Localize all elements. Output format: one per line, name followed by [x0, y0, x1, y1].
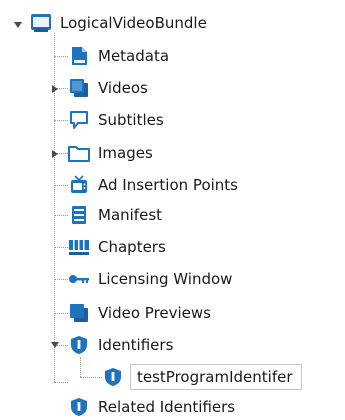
- tree-node-chapters[interactable]: Chapters: [68, 234, 166, 260]
- selected-node-label: testProgramIdentifer: [130, 364, 302, 390]
- tree-node-ad-insertion-points[interactable]: Ad Insertion Points: [68, 172, 238, 198]
- tree-connector: [54, 185, 68, 186]
- collapse-toggle[interactable]: [49, 339, 61, 351]
- identifier-shield-icon: [68, 396, 90, 418]
- videos-icon: [68, 77, 90, 99]
- bundle-icon: [30, 12, 52, 34]
- identifier-shield-icon: [102, 366, 124, 388]
- tree-connector: [54, 382, 68, 383]
- folder-icon: [68, 142, 90, 164]
- manifest-icon: [68, 204, 90, 226]
- video-previews-icon: [68, 302, 90, 324]
- subtitles-icon: [68, 109, 90, 131]
- key-icon: [68, 268, 90, 290]
- metadata-icon: [68, 45, 90, 67]
- tree-connector: [54, 279, 68, 280]
- tree-connector: [54, 215, 68, 216]
- tree-connector: [80, 357, 81, 377]
- tree-connector: [54, 56, 68, 57]
- tree-node-logicalvideobundle[interactable]: LogicalVideoBundle: [30, 10, 207, 36]
- chapters-icon: [68, 236, 90, 258]
- tree-node-manifest[interactable]: Manifest: [68, 202, 162, 228]
- tree-node-licensing-window[interactable]: Licensing Window: [68, 266, 232, 292]
- identifier-shield-icon: [68, 334, 90, 356]
- tree-node-related-identifiers[interactable]: Related Identifiers: [68, 394, 235, 420]
- expand-toggle[interactable]: [49, 148, 61, 160]
- tree-node-metadata[interactable]: Metadata: [68, 43, 169, 69]
- tree-node-test-program-identifier[interactable]: testProgramIdentifer: [102, 364, 302, 390]
- tree-connector: [80, 377, 102, 378]
- collapse-toggle[interactable]: [12, 19, 24, 31]
- tree-node-subtitles[interactable]: Subtitles: [68, 107, 164, 133]
- tv-icon: [68, 174, 90, 196]
- tree-connector: [54, 120, 68, 121]
- tree-connector: [54, 247, 68, 248]
- tree-node-label: LogicalVideoBundle: [60, 14, 207, 32]
- tree-node-identifiers[interactable]: Identifiers: [68, 332, 173, 358]
- tree-node-videos[interactable]: Videos: [68, 75, 148, 101]
- tree-node-images[interactable]: Images: [68, 140, 153, 166]
- tree-node-video-previews[interactable]: Video Previews: [68, 300, 211, 326]
- expand-toggle[interactable]: [49, 83, 61, 95]
- tree-connector: [54, 313, 68, 314]
